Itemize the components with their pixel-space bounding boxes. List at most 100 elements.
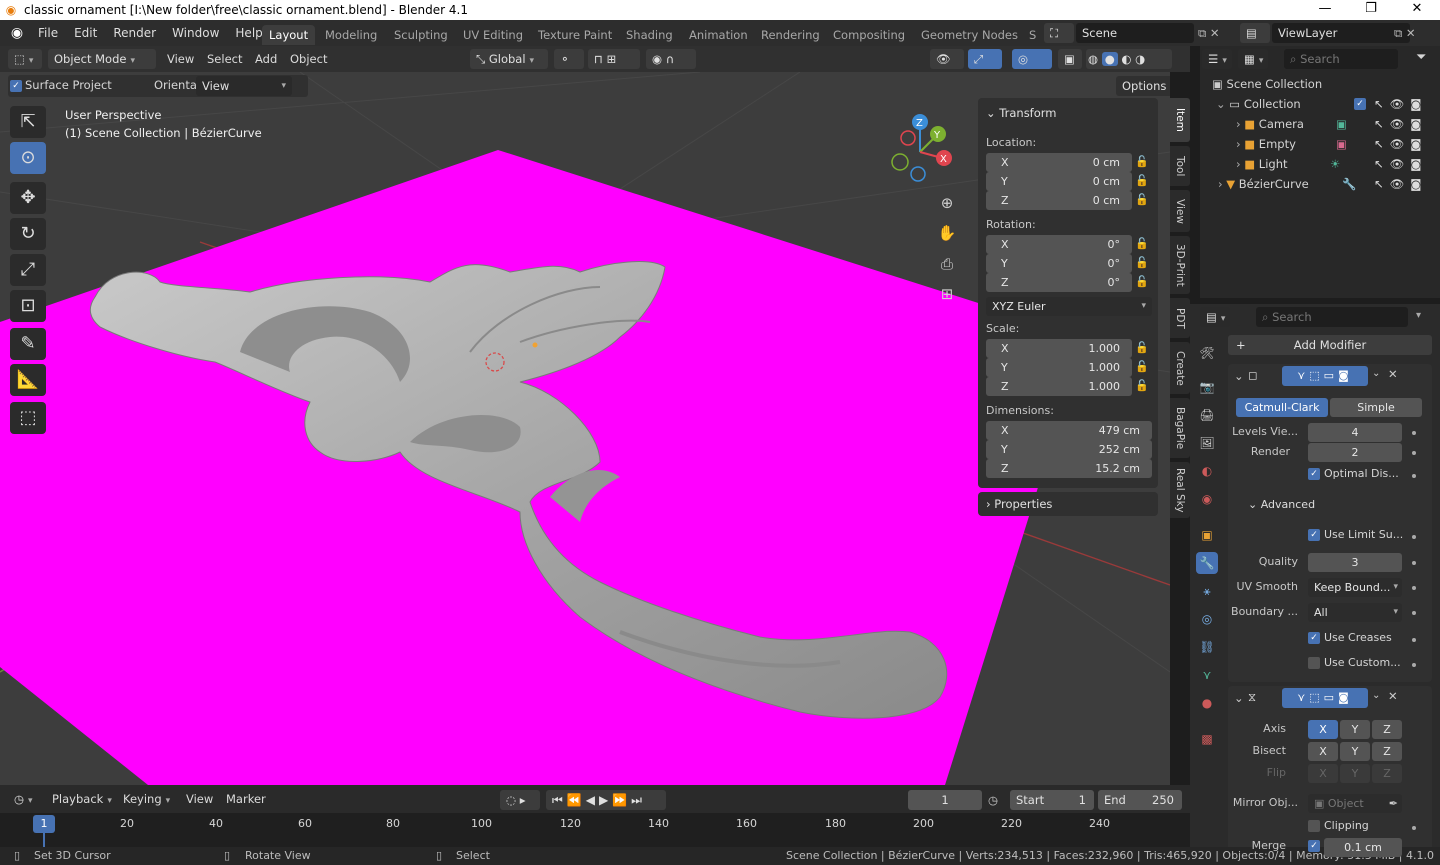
boundary-smooth-dropdown[interactable]: All ▾ bbox=[1308, 603, 1402, 622]
properties-search-input[interactable]: ⌕ Search bbox=[1256, 307, 1408, 327]
dimensions-x-field[interactable]: X 479 cm bbox=[986, 421, 1152, 440]
scene-name-field[interactable]: Scene bbox=[1076, 23, 1194, 43]
collection-visibility-icons[interactable]: ↖👁◙ bbox=[1374, 94, 1427, 114]
annotate-tool-icon[interactable]: ✎ bbox=[10, 328, 46, 360]
move-tool-icon[interactable]: ✥ bbox=[10, 182, 46, 214]
axis-x-toggle[interactable]: X bbox=[1308, 720, 1338, 739]
levels-viewport-field[interactable]: 4 bbox=[1308, 423, 1402, 442]
transform-panel-header[interactable]: ⌄ Transform bbox=[986, 106, 1057, 120]
particles-properties-icon[interactable]: ⚹ bbox=[1196, 580, 1218, 602]
outliner-editor-type-icon[interactable]: ☰ ▾ bbox=[1202, 49, 1232, 69]
tool-properties-icon[interactable]: 🛠 bbox=[1196, 342, 1218, 364]
render-levels-field[interactable]: 2 bbox=[1308, 443, 1402, 462]
bisect-z-toggle[interactable]: Z bbox=[1372, 742, 1402, 761]
proportional-edit-icon[interactable]: ◉ ∩ bbox=[646, 49, 696, 69]
location-y-field[interactable]: Y0 cm bbox=[986, 172, 1132, 191]
surface-project-checkbox[interactable]: ✓ bbox=[10, 80, 22, 92]
timeline-menu-playback[interactable]: Playback ▾ bbox=[52, 789, 112, 809]
sidebar-tab-item[interactable]: Item bbox=[1170, 98, 1190, 142]
pan-view-icon[interactable]: ✋ bbox=[933, 219, 961, 247]
vp-menu-select[interactable]: Select bbox=[207, 49, 242, 69]
vp-menu-add[interactable]: Add bbox=[255, 49, 277, 69]
curve-visibility-icons[interactable]: ↖👁◙ bbox=[1374, 174, 1427, 194]
workspace-tab-shading[interactable]: Shading bbox=[619, 25, 680, 45]
constraint-properties-icon[interactable]: ⛓ bbox=[1196, 636, 1218, 658]
collapse-chevron-icon[interactable]: ⌄ bbox=[1234, 369, 1244, 383]
timeline-editor-type-icon[interactable]: ◷ ▾ bbox=[8, 789, 40, 809]
rotation-y-field[interactable]: Y 0° bbox=[986, 254, 1132, 273]
location-z-field[interactable]: Z0 cm bbox=[986, 191, 1132, 210]
outliner-item-beziercurve[interactable]: › ▼ BézierCurve 🔧 ↖👁◙ bbox=[1200, 174, 1440, 194]
remove-modifier-icon[interactable]: ✕ bbox=[1388, 367, 1398, 381]
filter-icon[interactable]: ⏷ bbox=[1416, 50, 1426, 65]
display-mode-icon[interactable]: ▦ ▾ bbox=[1238, 49, 1268, 69]
outliner-item-camera[interactable]: › ■ Camera ▣ ↖👁◙ bbox=[1200, 114, 1440, 134]
minimize-button[interactable]: — bbox=[1302, 0, 1348, 20]
solid-shading-icon[interactable]: ● bbox=[1101, 52, 1118, 66]
options-dropdown[interactable]: Options▾ bbox=[1116, 76, 1170, 96]
use-custom-normals-checkbox[interactable] bbox=[1308, 657, 1320, 669]
lock-icon[interactable]: 🔓 bbox=[1134, 341, 1150, 357]
zoom-view-icon[interactable]: ⊕ bbox=[933, 189, 961, 217]
add-cube-tool-icon[interactable]: ⬚ bbox=[10, 402, 46, 434]
animate-property-icon[interactable] bbox=[1412, 611, 1416, 615]
menu-window[interactable]: Window bbox=[164, 26, 227, 40]
camera-visibility-icons[interactable]: ↖👁◙ bbox=[1374, 114, 1427, 134]
menu-render[interactable]: Render bbox=[105, 26, 164, 40]
dimensions-y-field[interactable]: Y 252 cm bbox=[986, 440, 1152, 459]
wireframe-shading-icon[interactable]: ◍ bbox=[1088, 52, 1098, 66]
measure-tool-icon[interactable]: 📐 bbox=[10, 364, 46, 396]
scale-z-field[interactable]: Z 1.000 bbox=[986, 377, 1132, 396]
bisect-x-toggle[interactable]: X bbox=[1308, 742, 1338, 761]
flip-x-toggle[interactable]: X bbox=[1308, 764, 1338, 783]
modifier-toggle-icons[interactable]: ⋎⬚▭◙ bbox=[1282, 688, 1368, 708]
workspace-tab-rendering[interactable]: Rendering bbox=[754, 25, 827, 45]
sidebar-tab-3d-print[interactable]: 3D-Print bbox=[1170, 236, 1190, 294]
flip-y-toggle[interactable]: Y bbox=[1340, 764, 1370, 783]
modifier-menu-icon[interactable]: ⌄ bbox=[1372, 690, 1380, 701]
navigation-gizmo[interactable]: Z Y X bbox=[880, 110, 960, 190]
location-x-field[interactable]: X0 cm bbox=[986, 153, 1132, 172]
scene-selector-icon[interactable]: ⛶ bbox=[1044, 23, 1074, 43]
close-button[interactable]: ✕ bbox=[1394, 0, 1440, 20]
gizmo-toggle-icon[interactable]: ⤢ bbox=[968, 49, 1002, 69]
sidebar-tab-real-sky[interactable]: Real Sky bbox=[1170, 462, 1190, 518]
ortho-toggle-icon[interactable]: ⊞ bbox=[933, 280, 961, 308]
clipping-checkbox[interactable] bbox=[1308, 820, 1320, 832]
quality-field[interactable]: 3 bbox=[1308, 553, 1402, 572]
sidebar-tab-tool[interactable]: Tool bbox=[1170, 146, 1190, 186]
editor-type-icon[interactable]: ⬚ ▾ bbox=[8, 49, 42, 69]
viewlayer-new-icon[interactable]: ⧉ ✕ bbox=[1394, 23, 1416, 43]
texture-properties-icon[interactable]: ▩ bbox=[1196, 728, 1218, 750]
axis-y-toggle[interactable]: Y bbox=[1340, 720, 1370, 739]
properties-editor-type-icon[interactable]: ▤ ▾ bbox=[1200, 307, 1230, 327]
modifier-properties-icon[interactable]: 🔧 bbox=[1196, 552, 1218, 574]
material-shading-icon[interactable]: ◐ bbox=[1121, 52, 1131, 66]
animate-property-icon[interactable] bbox=[1412, 561, 1416, 565]
camera-view-icon[interactable]: ⎙ bbox=[933, 250, 961, 278]
playhead-frame[interactable]: 1 bbox=[33, 815, 55, 833]
dimensions-z-field[interactable]: Z 15.2 cm bbox=[986, 459, 1152, 478]
bisect-y-toggle[interactable]: Y bbox=[1340, 742, 1370, 761]
menu-edit[interactable]: Edit bbox=[66, 26, 105, 40]
use-limit-surface-checkbox[interactable]: ✓ bbox=[1308, 529, 1320, 541]
cursor-tool-icon[interactable]: ⊙ bbox=[10, 142, 46, 174]
mirror-object-field[interactable]: ▣ Object ✒ bbox=[1308, 794, 1402, 813]
playback-controls[interactable]: ⏮⏪◀▶⏩⏭ bbox=[546, 790, 666, 810]
rotation-mode-dropdown[interactable]: XYZ Euler ▾ bbox=[986, 297, 1152, 316]
xray-toggle-icon[interactable]: ▣ bbox=[1058, 49, 1082, 69]
modifier-menu-icon[interactable]: ⌄ bbox=[1372, 368, 1380, 379]
timeline-menu-marker[interactable]: Marker bbox=[226, 789, 266, 809]
workspace-tab-animation[interactable]: Animation bbox=[682, 25, 755, 45]
outliner-search-input[interactable]: ⌕ Search bbox=[1284, 49, 1398, 69]
workspace-tab-uv-editing[interactable]: UV Editing bbox=[456, 25, 530, 45]
lock-icon[interactable]: 🔓 bbox=[1134, 193, 1150, 209]
workspace-tab-modeling[interactable]: Modeling bbox=[318, 25, 384, 45]
merge-distance-field[interactable]: 0.1 cm bbox=[1324, 838, 1402, 857]
catmull-clark-tab[interactable]: Catmull-Clark bbox=[1236, 398, 1328, 417]
current-frame-field[interactable]: 1 bbox=[908, 790, 982, 810]
scene-properties-icon[interactable]: ◐ bbox=[1196, 460, 1218, 482]
empty-visibility-icons[interactable]: ↖👁◙ bbox=[1374, 134, 1427, 154]
snap-toggle-icon[interactable]: ⊓ ⊞ bbox=[588, 49, 640, 69]
vp-menu-view[interactable]: View bbox=[167, 49, 194, 69]
